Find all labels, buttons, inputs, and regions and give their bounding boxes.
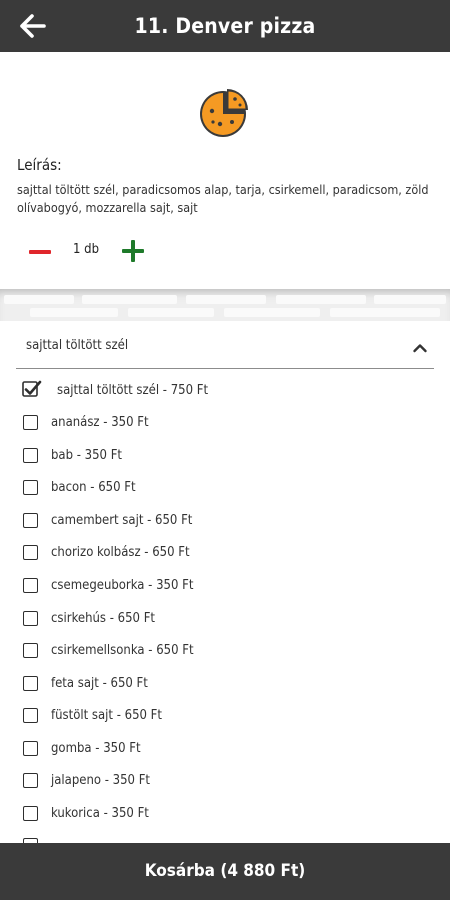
- option-item[interactable]: camembert sajt - 650 Ft: [20, 507, 420, 537]
- option-item[interactable]: jalapeno - 350 Ft: [20, 767, 420, 797]
- option-item[interactable]: bacon - 650 Ft: [20, 474, 420, 504]
- checkbox[interactable]: [23, 708, 38, 723]
- plus-icon[interactable]: [118, 236, 148, 266]
- option-label: feta sajt - 650 Ft: [51, 676, 148, 691]
- checkbox[interactable]: [23, 643, 38, 658]
- option-label: chorizo kolbász - 650 Ft: [51, 545, 190, 560]
- option-label: bab - 350 Ft: [51, 448, 123, 463]
- option-item[interactable]: gomba - 350 Ft: [20, 735, 420, 765]
- option-item[interactable]: csemegeuborka - 350 Ft: [20, 572, 420, 602]
- option-label: füstölt sajt - 650 Ft: [51, 708, 162, 723]
- option-item[interactable]: chorizo kolbász - 650 Ft: [20, 539, 420, 569]
- option-label: kukorica - 350 Ft: [51, 806, 149, 821]
- checkbox[interactable]: [23, 611, 38, 626]
- add-to-cart-button[interactable]: Kosárba (4 880 Ft): [0, 843, 450, 900]
- add-to-cart-label: Kosárba (4 880 Ft): [144, 861, 306, 881]
- checkbox[interactable]: [23, 773, 38, 788]
- option-label: csemegeuborka - 350 Ft: [51, 578, 194, 593]
- option-item[interactable]: bab - 350 Ft: [20, 442, 420, 472]
- option-label: csirkehús - 650 Ft: [51, 611, 155, 626]
- checkbox[interactable]: [23, 578, 38, 593]
- checkbox-checked-icon[interactable]: [22, 379, 42, 399]
- checkbox[interactable]: [23, 513, 38, 528]
- checkbox[interactable]: [23, 480, 38, 495]
- checkbox[interactable]: [23, 415, 38, 430]
- quantity-value: 1 db: [72, 242, 99, 257]
- option-item[interactable]: csirkemellsonka - 650 Ft: [20, 637, 420, 667]
- description-label: Leírás:: [17, 156, 62, 174]
- option-group-header[interactable]: sajttal töltött szél: [16, 330, 434, 369]
- option-label: gomba - 350 Ft: [51, 741, 141, 756]
- option-item[interactable]: csirkehús - 650 Ft: [20, 605, 420, 635]
- option-label: ananász - 350 Ft: [51, 415, 149, 430]
- checkbox[interactable]: [23, 676, 38, 691]
- checkbox[interactable]: [23, 806, 38, 821]
- option-label: jalapeno - 350 Ft: [51, 773, 151, 788]
- option-item[interactable]: ananász - 350 Ft: [20, 409, 420, 439]
- option-label: camembert sajt - 650 Ft: [51, 513, 193, 528]
- option-item[interactable]: kukorica - 350 Ft: [20, 800, 420, 830]
- minus-icon[interactable]: [26, 238, 54, 266]
- description-text: sajttal töltött szél, paradicsomos alap,…: [17, 182, 429, 215]
- option-label: csirkemellsonka - 650 Ft: [51, 643, 194, 658]
- page-title: 11. Denver pizza: [134, 14, 316, 38]
- option-label: sajttal töltött szél - 750 Ft: [57, 383, 209, 398]
- app-bar: 11. Denver pizza: [0, 0, 450, 52]
- option-item[interactable]: füstölt sajt - 650 Ft: [20, 702, 420, 732]
- option-group-title: sajttal töltött szél: [26, 338, 129, 353]
- option-item[interactable]: feta sajt - 650 Ft: [20, 670, 420, 700]
- option-label: bacon - 650 Ft: [51, 480, 136, 495]
- option-item[interactable]: sajttal töltött szél - 750 Ft: [20, 377, 420, 407]
- checkbox[interactable]: [23, 741, 38, 756]
- pizza-icon: [200, 89, 248, 137]
- brick-divider: [0, 289, 450, 321]
- checkbox[interactable]: [23, 545, 38, 560]
- checkbox[interactable]: [23, 448, 38, 463]
- chevron-up-icon[interactable]: [412, 340, 428, 356]
